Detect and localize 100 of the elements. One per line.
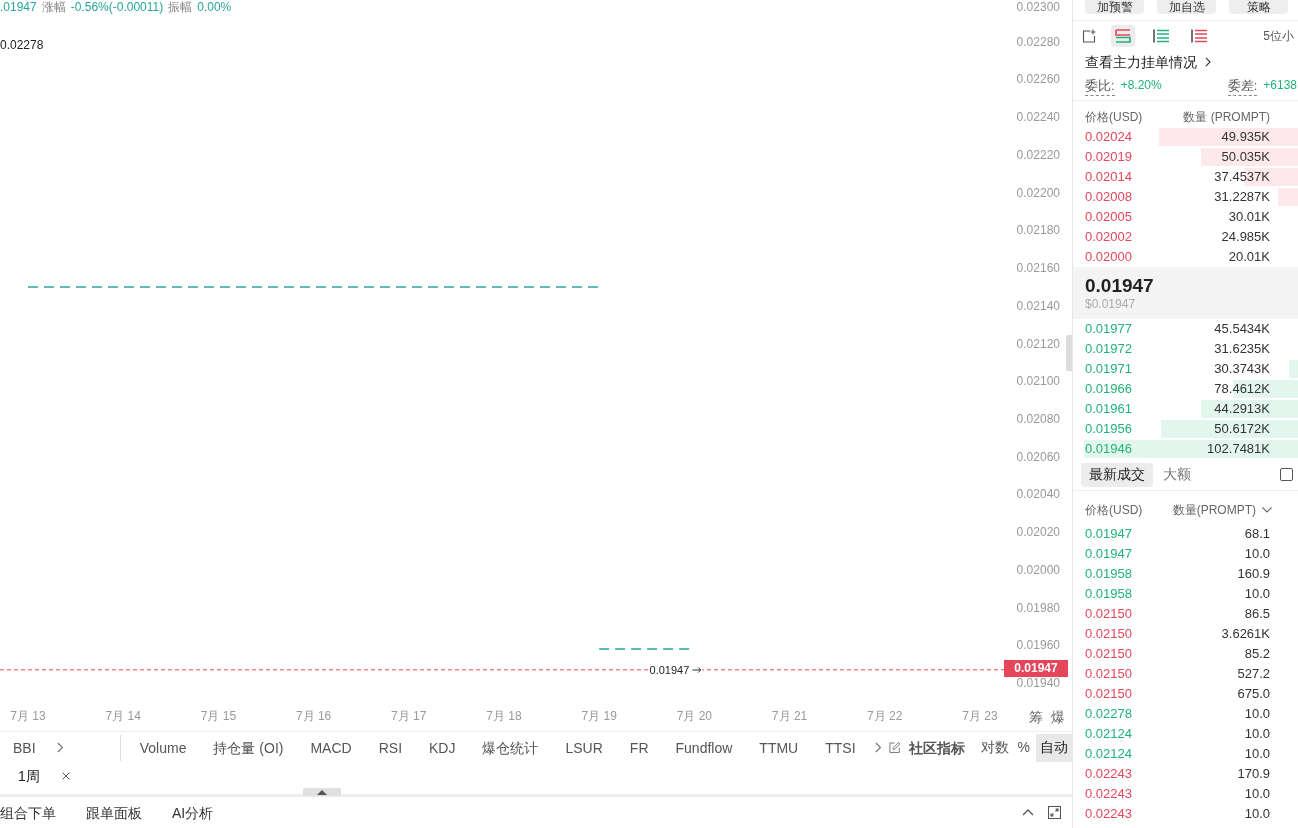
large-trades-checkbox[interactable]	[1280, 468, 1293, 481]
price-axis-label: 0.02040	[1016, 487, 1060, 502]
amount-cell-text: 49.935K	[1221, 128, 1270, 147]
amount-cell-text: 86.5	[1244, 605, 1270, 624]
amount-cell-text: 675.0	[1237, 685, 1270, 704]
order-row[interactable]: 0.02008 31.2287K	[1073, 187, 1298, 207]
scale-option[interactable]: 自动	[1035, 733, 1072, 762]
amount-cell-text: 78.4612K	[1214, 380, 1270, 399]
timeframe-tab[interactable]: 1周	[18, 766, 70, 785]
amount-cell-text: 102.7481K	[1207, 440, 1270, 459]
price-axis-label: 0.01960	[1016, 638, 1060, 653]
indicator-tab[interactable]: KDJ	[429, 738, 456, 757]
whale-orders-link[interactable]: 查看主力挂单情况	[1085, 51, 1211, 73]
chevron-right-icon[interactable]	[874, 742, 881, 753]
order-row[interactable]: 0.02019 50.035K	[1073, 147, 1298, 167]
order-row[interactable]: 0.02014 37.4537K	[1073, 167, 1298, 187]
amount-cell-text: 170.9	[1237, 765, 1270, 784]
precision-select[interactable]: 5位小	[1263, 27, 1294, 45]
indicator-tab[interactable]: Volume	[139, 738, 187, 757]
chevron-up-icon[interactable]	[1022, 809, 1034, 816]
price-cell-text: 0.02124	[1085, 745, 1132, 764]
depth-view-tab[interactable]	[1111, 25, 1135, 47]
trades-tab[interactable]: 最新成交	[1081, 462, 1153, 487]
price-axis-label: 0.01940	[1016, 676, 1060, 690]
time-axis-label: 7月 21	[771, 709, 808, 723]
indicator-tab[interactable]: Fundflow	[675, 738, 733, 757]
order-row[interactable]: 0.02000 20.01K	[1073, 247, 1298, 267]
price-axis-label: 0.01980	[1016, 600, 1060, 615]
amount-cell-text: 10.0	[1244, 745, 1270, 764]
caret-up-icon	[317, 789, 327, 795]
scale-option[interactable]: %	[1014, 733, 1033, 762]
amount-cell-text: 31.2287K	[1214, 188, 1270, 207]
amount-cell-text: 30.01K	[1228, 208, 1270, 227]
last-price-tag: 0.01947	[1004, 659, 1068, 677]
amount-cell-text: 50.035K	[1221, 148, 1270, 167]
amount-cell-text: 10.0	[1244, 545, 1270, 564]
axis-toggle-button[interactable]: 筹	[1029, 709, 1043, 725]
panel-resize-handle[interactable]	[303, 788, 341, 796]
price-cell-text: 0.02002	[1085, 228, 1132, 247]
toolbar-button[interactable]: 策略	[1229, 0, 1288, 14]
order-row[interactable]: 0.01971 30.3743K	[1073, 359, 1298, 379]
indicator-tab[interactable]: MACD	[310, 738, 352, 757]
indicator-tab[interactable]: TTSI	[825, 738, 856, 757]
price-axis-label: 0.02220	[1016, 147, 1060, 162]
stat-label: 振幅	[168, 0, 193, 14]
order-row[interactable]: 0.01961 44.2913K	[1073, 399, 1298, 419]
order-row[interactable]: 0.02005 30.01K	[1073, 207, 1298, 227]
community-indicators-button[interactable]: 社区指标	[908, 738, 965, 757]
indicator-tab[interactable]: 持仓量 (OI)	[213, 738, 284, 757]
indicator-tab[interactable]: 爆仓统计	[482, 738, 539, 757]
square-plus-icon[interactable]	[1082, 29, 1096, 43]
price-axis-label: 0.02200	[1016, 185, 1060, 200]
high-price-label: 0.02278	[0, 38, 44, 52]
bottom-tab[interactable]: AI分析	[172, 803, 214, 822]
split-list-icon	[1115, 29, 1131, 43]
time-axis-label: 7月 15	[200, 709, 237, 723]
price-cell-text: 0.02000	[1085, 248, 1132, 267]
indicator-tab[interactable]: BBI	[13, 738, 36, 757]
chevron-right-icon[interactable]	[56, 742, 63, 753]
last-price-usd: $0.01947	[1085, 296, 1137, 312]
order-row[interactable]: 0.02002 24.985K	[1073, 227, 1298, 247]
chevron-right-icon	[1205, 57, 1211, 67]
amount-cell-text: 20.01K	[1228, 248, 1270, 267]
price-cell-text: 0.01977	[1085, 320, 1132, 339]
column-header: 价格(USD)	[1085, 109, 1143, 126]
indicator-tab[interactable]: LSUR	[565, 738, 603, 757]
order-row[interactable]: 0.01972 31.6235K	[1073, 339, 1298, 359]
order-row[interactable]: 0.01956 50.6172K	[1073, 419, 1298, 439]
indicator-tab[interactable]: RSI	[378, 738, 403, 757]
trades-tab[interactable]: 大额	[1155, 462, 1199, 487]
close-icon[interactable]	[61, 771, 70, 780]
order-row[interactable]: 0.01946 102.7481K	[1073, 439, 1298, 459]
column-header: 价格(USD)	[1085, 501, 1143, 519]
indicator-tab[interactable]: TTMU	[759, 738, 799, 757]
amount-cell-text: 31.6235K	[1214, 340, 1270, 359]
expand-icon[interactable]	[1048, 806, 1061, 819]
axis-toggle-button[interactable]: 爆	[1051, 709, 1065, 725]
stat-value: -0.56%(-0.00011)	[70, 0, 164, 14]
bottom-tab[interactable]: 跟单面板	[86, 803, 142, 822]
chevron-down-icon[interactable]	[1262, 506, 1272, 513]
panel-collapse-handle[interactable]	[1066, 335, 1072, 371]
amount-cell-text: 24.985K	[1221, 228, 1270, 247]
edit-icon[interactable]	[888, 741, 901, 754]
bottom-tab[interactable]: 组合下单	[0, 803, 56, 822]
order-row[interactable]: 0.02024 49.935K	[1073, 127, 1298, 147]
order-row[interactable]: 0.01977 45.5434K	[1073, 319, 1298, 339]
price-axis-label: 0.02300	[1016, 0, 1060, 14]
toolbar-button[interactable]: 加预警	[1085, 0, 1144, 14]
time-axis-label: 7月 17	[391, 709, 427, 723]
price-cell-text: 0.02243	[1085, 765, 1132, 784]
indicator-tab[interactable]: FR	[629, 738, 649, 757]
price-axis-label: 0.02160	[1016, 261, 1060, 276]
price-axis-label: 0.02180	[1016, 223, 1060, 238]
amount-cell-text: 10.0	[1244, 785, 1270, 804]
price-cell-text: 0.02150	[1085, 605, 1132, 624]
order-row[interactable]: 0.01966 78.4612K	[1073, 379, 1298, 399]
amount-cell-text: 10.0	[1244, 805, 1270, 824]
scale-option[interactable]: 对数	[977, 733, 1012, 762]
price-cell-text: 0.01958	[1085, 565, 1132, 584]
toolbar-button[interactable]: 加自选	[1157, 0, 1216, 14]
